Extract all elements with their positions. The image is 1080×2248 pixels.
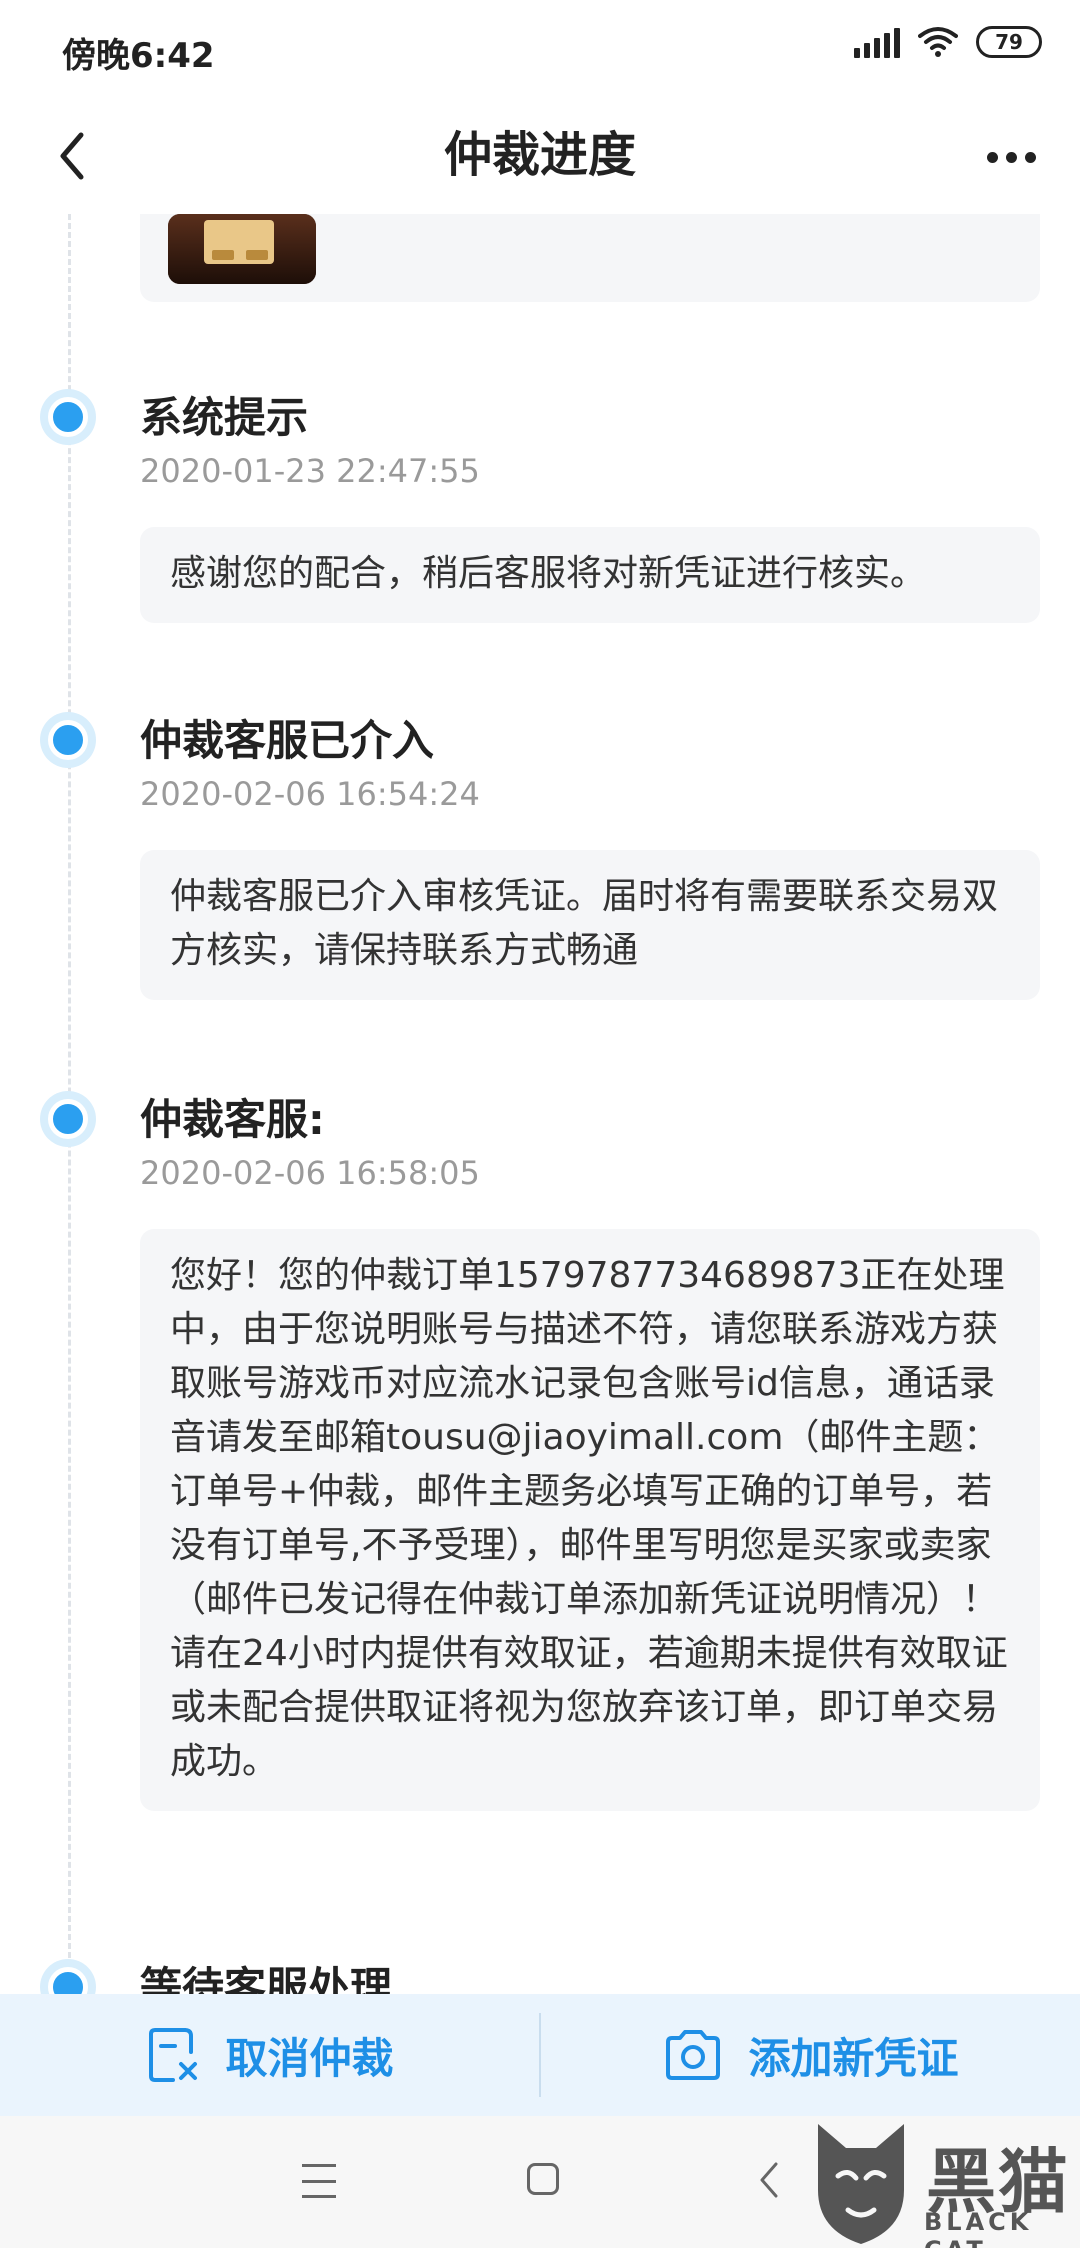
watermark-logo: 黑猫 BLACK CAT (808, 2118, 1080, 2248)
event-time: 2020-02-06 16:54:24 (140, 775, 480, 813)
more-dots-icon (986, 151, 998, 163)
cat-logo-icon (818, 2124, 904, 2244)
status-time: 傍晚6:42 (62, 36, 215, 76)
timeline-dot-icon (40, 1959, 96, 1994)
event-message: 感谢您的配合，稍后客服将对新凭证进行核实。 (170, 553, 927, 594)
cancel-document-icon (149, 2028, 198, 2082)
event-message: 仲裁客服已介入审核凭证。届时将有需要联系交易双方核实，请保持联系方式畅通 (170, 876, 999, 971)
event-message-card: 仲裁客服已介入审核凭证。届时将有需要联系交易双方核实，请保持联系方式畅通 (140, 850, 1040, 1000)
more-button[interactable] (976, 132, 1046, 182)
event-message-card: 感谢您的配合，稍后客服将对新凭证进行核实。 (140, 527, 1040, 623)
battery-icon: 79 (976, 26, 1042, 58)
event-title: 系统提示 (140, 393, 309, 442)
recent-apps-icon[interactable] (302, 2164, 336, 2198)
battery-level: 79 (995, 30, 1023, 54)
event-message: 您好！您的仲裁订单1579787734689873正在处理中，由于您说明账号与描… (170, 1255, 1008, 1782)
evidence-thumbnail[interactable] (168, 214, 316, 284)
signal-icon (854, 26, 900, 58)
page-title: 仲裁进度 (443, 127, 636, 183)
previous-event-card (140, 214, 1040, 302)
cancel-arbitration-label: 取消仲裁 (225, 2033, 394, 2083)
event-time: 2020-01-23 22:47:55 (140, 452, 480, 490)
home-icon[interactable] (527, 2163, 559, 2195)
event-title: 仲裁客服: (140, 1095, 325, 1144)
action-bar: 取消仲裁 添加新凭证 (0, 1994, 1080, 2116)
cancel-arbitration-button[interactable]: 取消仲裁 (0, 1994, 539, 2116)
watermark-subtext: BLACK CAT (924, 2208, 1033, 2248)
event-time: 2020-02-06 16:58:05 (140, 1154, 480, 1192)
add-evidence-button[interactable]: 添加新凭证 (541, 1994, 1080, 2116)
app-header: 仲裁进度 (0, 100, 1080, 214)
nav-back-icon[interactable] (756, 2160, 780, 2204)
timeline-dot-icon (40, 712, 96, 768)
event-message-card: 您好！您的仲裁订单1579787734689873正在处理中，由于您说明账号与描… (140, 1229, 1040, 1811)
timeline-dot-icon (40, 1091, 96, 1147)
camera-icon (666, 2030, 721, 2080)
wifi-icon (918, 26, 958, 58)
timeline-dot-icon (40, 389, 96, 445)
timeline[interactable]: 系统提示 2020-01-23 22:47:55 感谢您的配合，稍后客服将对新凭… (0, 214, 1080, 1994)
event-title: 仲裁客服已介入 (140, 716, 435, 765)
event-title: 等待客服处理 (140, 1963, 393, 1994)
status-bar: 傍晚6:42 79 (0, 0, 1080, 100)
add-evidence-label: 添加新凭证 (748, 2033, 959, 2083)
status-icons: 79 (854, 26, 1042, 58)
